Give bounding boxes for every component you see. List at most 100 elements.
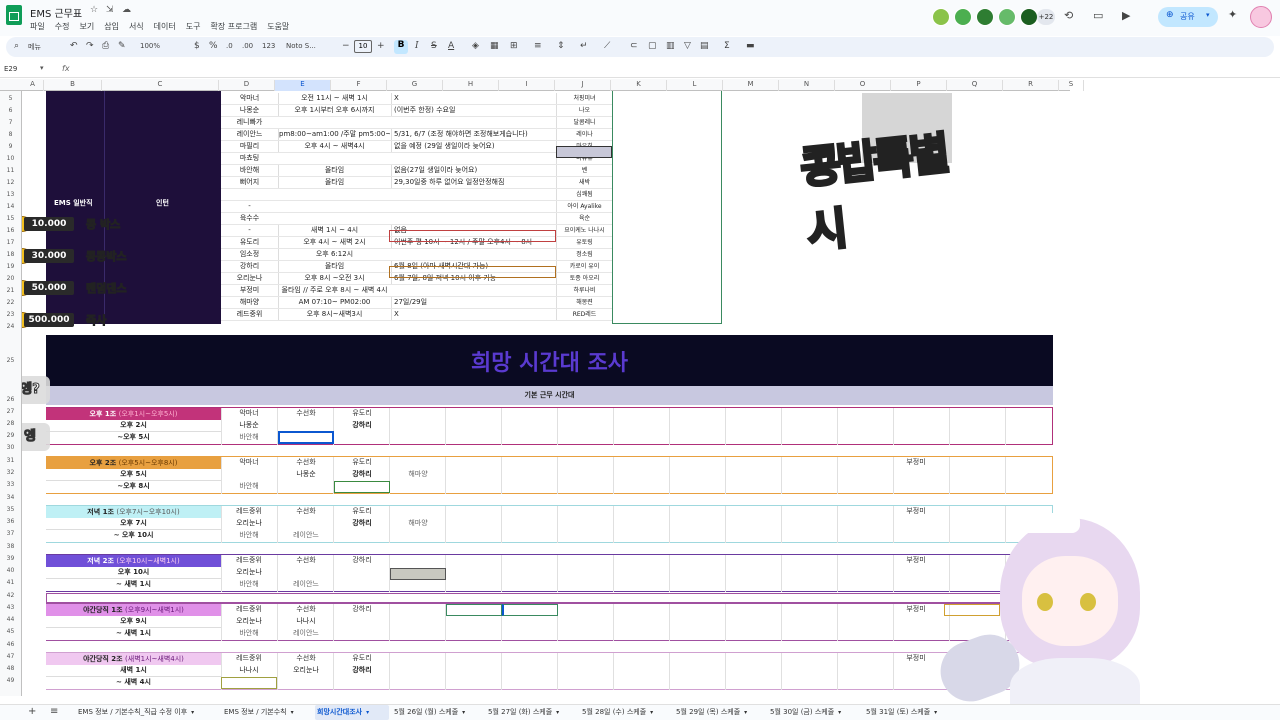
cell-highlight[interactable] (446, 604, 502, 616)
row-header-40[interactable]: 40 (0, 567, 21, 574)
row-header-13[interactable]: 13 (0, 191, 21, 198)
menu-extensions[interactable]: 확장 프로그램 (211, 21, 258, 32)
document-title[interactable]: EMS 근무표 (30, 5, 82, 20)
row-header-41[interactable]: 41 (0, 579, 21, 586)
row-header-39[interactable]: 39 (0, 555, 21, 562)
sheet-tab[interactable]: 5월 26일 (월) 스케줄 ▾ (392, 705, 482, 720)
italic-icon[interactable]: I (415, 41, 419, 51)
sheet-tab[interactable]: EMS 정보 / 기본수칙_직급 수정 이후 ▾ (76, 705, 220, 720)
menu-file[interactable]: 파일 (30, 21, 45, 32)
row-header-5[interactable]: 5 (0, 95, 21, 102)
column-header-Q[interactable]: Q (947, 80, 1003, 91)
sheet-tab[interactable]: 5월 29일 (목) 스케줄 ▾ (674, 705, 764, 720)
increase-decimal-button[interactable]: .00 (242, 42, 253, 50)
column-header-L[interactable]: L (667, 80, 723, 91)
column-header-H[interactable]: H (443, 80, 499, 91)
row-header-33[interactable]: 33 (0, 481, 21, 488)
column-header-O[interactable]: O (835, 80, 891, 91)
column-header-F[interactable]: F (331, 80, 387, 91)
text-color-icon[interactable]: A (448, 41, 454, 51)
shift-member[interactable]: 부정미 (888, 555, 944, 566)
row-header-15[interactable]: 15 (0, 215, 21, 222)
merge-icon[interactable]: ⊞ (510, 41, 518, 51)
menu-edit[interactable]: 수정 (55, 21, 70, 32)
shift-member[interactable]: 수선화 (278, 653, 334, 664)
row-header-17[interactable]: 17 (0, 239, 21, 246)
shift-member[interactable]: 레이안느 (278, 579, 334, 590)
filter-views-icon[interactable]: ▤ (700, 41, 709, 51)
row-header-26[interactable]: 26 (0, 396, 21, 403)
valign-icon[interactable]: ⇕ (557, 41, 565, 51)
print-icon[interactable]: ⎙ (102, 41, 109, 51)
row-header-32[interactable]: 32 (0, 469, 21, 476)
row-header-21[interactable]: 21 (0, 287, 21, 294)
currency-button[interactable]: $ (194, 41, 200, 51)
shift-member[interactable]: 레드중위 (221, 506, 277, 517)
row-header-30[interactable]: 30 (0, 444, 21, 451)
shift-member[interactable]: 부정미 (888, 604, 944, 615)
strikethrough-icon[interactable]: S (431, 41, 437, 51)
row-header-27[interactable]: 27 (0, 408, 21, 415)
shift-member[interactable]: 레이안느 (278, 628, 334, 639)
column-header-K[interactable]: K (611, 80, 667, 91)
shift-member[interactable]: 오리눈나 (221, 518, 277, 529)
star-icon[interactable]: ☆ (90, 5, 98, 15)
row-header-10[interactable]: 10 (0, 155, 21, 162)
menu-view[interactable]: 보기 (79, 21, 94, 32)
cell-highlight[interactable] (221, 677, 277, 689)
row-header-43[interactable]: 43 (0, 604, 21, 611)
row-header-12[interactable]: 12 (0, 179, 21, 186)
column-header-A[interactable]: A (22, 80, 44, 91)
row-header-47[interactable]: 47 (0, 653, 21, 660)
shift-member[interactable]: 강하리 (334, 518, 390, 529)
input-tools-icon[interactable]: ▬ (746, 41, 755, 51)
shift-member[interactable]: 해마양 (390, 518, 446, 529)
row-header-25[interactable]: 25 (0, 357, 21, 364)
row-header-18[interactable]: 18 (0, 251, 21, 258)
shift-member[interactable]: 강하리 (334, 469, 390, 480)
column-header-I[interactable]: I (499, 80, 555, 91)
meet-icon[interactable]: ▶ (1122, 9, 1130, 22)
column-header-G[interactable]: G (387, 80, 443, 91)
collaborator-avatar[interactable] (976, 8, 994, 26)
shift-member[interactable]: 레드중위 (221, 653, 277, 664)
row-header-46[interactable]: 46 (0, 641, 21, 648)
row-header-29[interactable]: 29 (0, 432, 21, 439)
decrease-decimal-button[interactable]: .0 (226, 42, 233, 50)
shift-member[interactable]: 레드중위 (221, 555, 277, 566)
column-header-N[interactable]: N (779, 80, 835, 91)
row-header-37[interactable]: 37 (0, 530, 21, 537)
row-header-8[interactable]: 8 (0, 131, 21, 138)
row-header-9[interactable]: 9 (0, 143, 21, 150)
row-header-36[interactable]: 36 (0, 518, 21, 525)
minus-icon[interactable]: − (342, 41, 350, 51)
shift-member[interactable]: 나나시 (278, 616, 334, 627)
cell-highlight[interactable] (390, 568, 446, 580)
selected-name-cell[interactable] (556, 146, 612, 158)
number-format-button[interactable]: 123 (262, 42, 275, 50)
gemini-icon[interactable]: ✦ (1228, 8, 1237, 21)
shift-member[interactable]: 나몽순 (221, 420, 277, 431)
percent-button[interactable]: % (209, 41, 218, 51)
shift-member[interactable]: 수선화 (278, 506, 334, 517)
collaborator-avatar[interactable] (998, 8, 1016, 26)
sheet-tab[interactable]: 5월 31일 (토) 스케줄 ▾ (864, 705, 946, 720)
shift-member[interactable]: 레드중위 (221, 604, 277, 615)
row-header-35[interactable]: 35 (0, 506, 21, 513)
row-header-20[interactable]: 20 (0, 275, 21, 282)
row-header-16[interactable]: 16 (0, 227, 21, 234)
shift-member[interactable]: 강하리 (334, 665, 390, 676)
shift-member[interactable]: 바안해 (221, 579, 277, 590)
shift-member[interactable]: 나몽순 (278, 469, 334, 480)
borders-icon[interactable]: ▦ (490, 41, 499, 51)
menu-help[interactable]: 도움말 (267, 21, 289, 32)
comment-add-icon[interactable]: ▢ (648, 41, 657, 51)
history-icon[interactable]: ⟲ (1064, 9, 1073, 22)
menu-data[interactable]: 데이터 (154, 21, 176, 32)
paint-format-icon[interactable]: ✎ (118, 41, 126, 51)
row-header-34[interactable]: 34 (0, 494, 21, 501)
selected-cell[interactable] (278, 431, 334, 444)
collaborator-avatar[interactable] (1020, 8, 1038, 26)
sheets-logo-icon[interactable] (6, 5, 22, 25)
column-header-B[interactable]: B (44, 80, 102, 91)
